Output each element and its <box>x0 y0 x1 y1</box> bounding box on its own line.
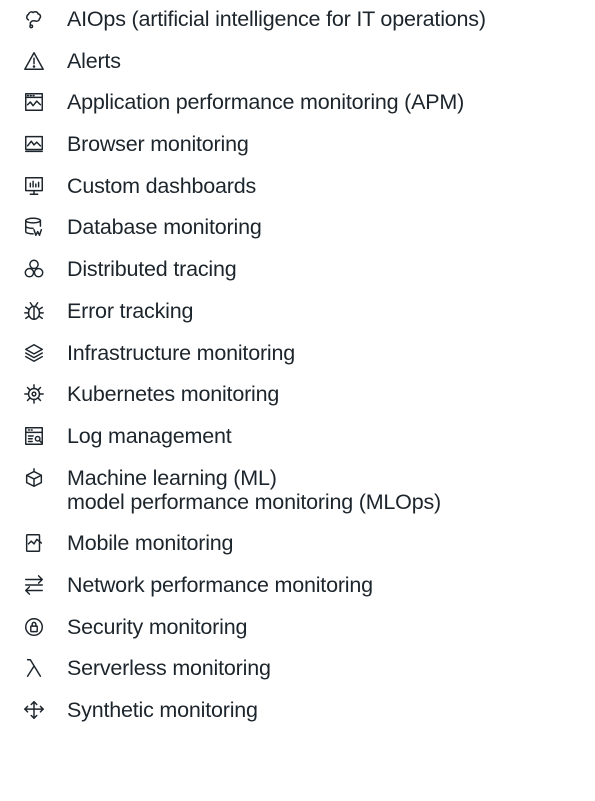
bug-icon <box>22 299 46 323</box>
list-item-custom-dashboards[interactable]: Custom dashboards <box>0 174 595 198</box>
item-label: Security monitoring <box>67 614 248 639</box>
list-item-mobile-monitoring[interactable]: Mobile monitoring <box>0 531 595 555</box>
list-item-browser-monitoring[interactable]: Browser monitoring <box>0 132 595 156</box>
item-label-line-2: model performance monitoring (MLOps) <box>67 489 441 514</box>
browser-chart-icon <box>22 132 46 156</box>
item-label: Distributed tracing <box>67 257 237 282</box>
list-item-aiops[interactable]: AIOps (artificial intelligence for IT op… <box>0 7 595 31</box>
item-label: Alerts <box>67 48 121 73</box>
list-item-log-management[interactable]: Log management <box>0 424 595 448</box>
item-label: Mobile monitoring <box>67 531 234 556</box>
item-label: Network performance monitoring <box>67 572 373 597</box>
list-item-security-monitoring[interactable]: Security monitoring <box>0 615 595 639</box>
item-label: Log management <box>67 423 232 448</box>
item-label: Custom dashboards <box>67 173 257 198</box>
distributed-nodes-icon <box>22 257 46 281</box>
alert-triangle-icon <box>22 49 46 73</box>
apm-window-chart-icon <box>22 90 46 114</box>
item-label: Machine learning (ML) model performance … <box>67 466 441 514</box>
item-label: Browser monitoring <box>67 132 249 157</box>
list-item-mlops[interactable]: Machine learning (ML) model performance … <box>0 466 595 514</box>
item-label: Serverless monitoring <box>67 656 271 681</box>
item-label: Error tracking <box>67 298 194 323</box>
list-item-serverless-monitoring[interactable]: Serverless monitoring <box>0 656 595 680</box>
list-item-synthetic-monitoring[interactable]: Synthetic monitoring <box>0 698 595 722</box>
ml-cube-icon <box>22 466 46 490</box>
item-label: Application performance monitoring (APM) <box>67 90 465 115</box>
lambda-icon <box>22 656 46 680</box>
network-arrows-icon <box>22 573 46 597</box>
list-item-infrastructure-monitoring[interactable]: Infrastructure monitoring <box>0 341 595 365</box>
security-shield-icon <box>22 615 46 639</box>
list-item-database-monitoring[interactable]: Database monitoring <box>0 215 595 239</box>
item-label: Infrastructure monitoring <box>67 340 296 365</box>
list-item-kubernetes-monitoring[interactable]: Kubernetes monitoring <box>0 382 595 406</box>
item-label: Kubernetes monitoring <box>67 382 280 407</box>
capabilities-list: AIOps (artificial intelligence for IT op… <box>0 0 595 722</box>
item-label: AIOps (artificial intelligence for IT op… <box>67 7 486 31</box>
mobile-chart-icon <box>22 531 46 555</box>
list-item-network-performance-monitoring[interactable]: Network performance monitoring <box>0 573 595 597</box>
item-label-line-1: Machine learning (ML) <box>67 465 277 490</box>
dashboard-monitor-icon <box>22 174 46 198</box>
list-item-alerts[interactable]: Alerts <box>0 49 595 73</box>
layers-icon <box>22 341 46 365</box>
log-search-icon <box>22 424 46 448</box>
list-item-distributed-tracing[interactable]: Distributed tracing <box>0 257 595 281</box>
item-label: Synthetic monitoring <box>67 698 258 722</box>
item-label: Database monitoring <box>67 215 262 240</box>
list-item-apm[interactable]: Application performance monitoring (APM) <box>0 90 595 114</box>
database-icon <box>22 215 46 239</box>
ai-brain-icon <box>22 7 46 31</box>
synthetic-arrows-icon <box>22 698 46 722</box>
list-item-error-tracking[interactable]: Error tracking <box>0 299 595 323</box>
kubernetes-wheel-icon <box>22 382 46 406</box>
